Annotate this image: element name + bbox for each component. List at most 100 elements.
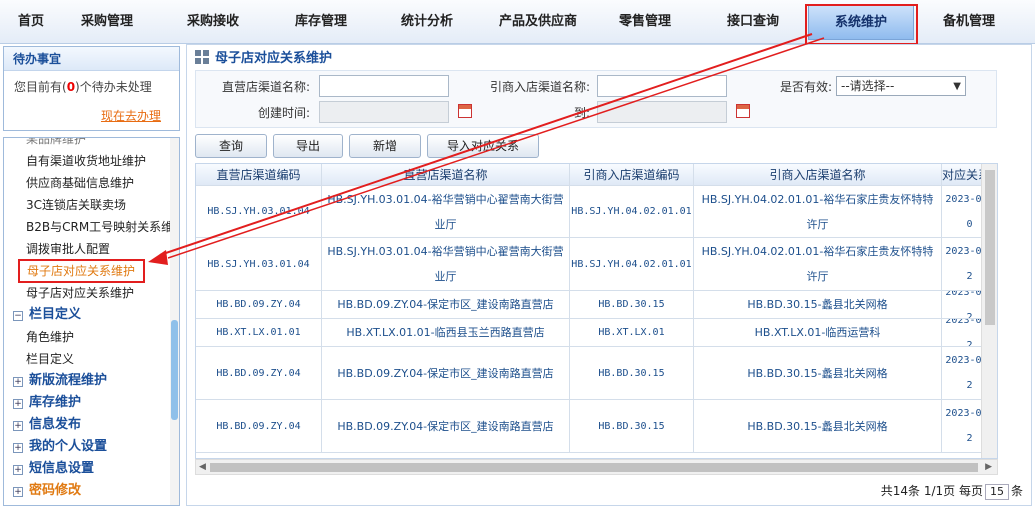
grid-icon [195,50,209,64]
import-channel-name-input[interactable] [597,75,727,97]
query-button[interactable]: 查询 [195,134,267,158]
expand-icon[interactable]: + [13,377,23,387]
created-time-label: 创建时间: [257,106,310,120]
sidebar-group-personal-settings[interactable]: + 我的个人设置 [13,436,107,458]
nav-item-spare-management[interactable]: 备机管理 [928,4,1010,40]
sidebar-scrollbar[interactable] [170,138,179,505]
table-cell: HB.BD.09.ZY.04-保定市区_建设南路直营店 [322,347,570,400]
table-cell: HB.XT.LX.01-临西运营科 [694,319,942,347]
pagination: 共14条 1/1页 每页 15 条 [880,484,1023,500]
nav-item-retail-management[interactable]: 零售管理 [604,4,686,40]
table-cell: HB.BD.30.15-蠡县北关网格 [694,347,942,400]
is-valid-label: 是否有效: [779,80,832,94]
scroll-thumb[interactable] [985,170,995,325]
sidebar-item-3c-chain-store[interactable]: 3C连锁店关联卖场 [26,194,126,216]
page-size-input[interactable]: 15 [984,484,1009,500]
sidebar-group-new-workflow[interactable]: + 新版流程维护 [13,370,107,392]
nav-item-inventory-management[interactable]: 库存管理 [280,4,362,40]
table-cell: HB.SJ.YH.03.01.04-裕华营销中心翟营南大街营业厅 [322,238,570,291]
to-label: 到: [573,106,590,120]
table-cell: HB.BD.30.15 [570,347,694,400]
relations-table: 直营店渠道编码 直营店渠道名称 引商入店渠道编码 引商入店渠道名称 对应关系B … [195,163,998,459]
sidebar-item-transfer-approver[interactable]: 调拨审批人配置 [26,238,110,260]
created-time-start-input[interactable] [319,101,449,123]
todo-action-link[interactable]: 现在去办理 [101,107,161,124]
table-cell: HB.BD.30.15-蠡县北关网格 [694,291,942,319]
table-cell: HB.XT.LX.01 [570,319,694,347]
table-cell: HB.BD.09.ZY.04 [196,400,322,453]
collapse-icon[interactable]: − [13,311,23,321]
nav-item-interface-query[interactable]: 接口查询 [712,4,794,40]
expand-icon[interactable]: + [13,421,23,431]
expand-icon[interactable]: + [13,443,23,453]
table-vertical-scrollbar[interactable] [981,164,997,458]
sidebar-group-password-change[interactable]: + 密码修改 [13,480,81,502]
scroll-right-icon[interactable]: ▶ [985,462,992,472]
todo-title: 待办事宜 [4,47,179,71]
table-cell: HB.SJ.YH.04.02.01.01-裕华石家庄贵友怀特特许厅 [694,238,942,291]
sidebar-group-info-publish[interactable]: + 信息发布 [13,414,81,436]
sidebar-scroll-thumb[interactable] [171,320,178,420]
table-cell: HB.SJ.YH.03.01.04-裕华营销中心翟营南大街营业厅 [322,186,570,238]
nav-item-purchase-receive[interactable]: 采购接收 [172,4,254,40]
calendar-icon[interactable] [458,104,472,118]
column-header[interactable]: 直营店渠道名称 [322,164,570,186]
table-cell: HB.BD.30.15 [570,291,694,319]
is-valid-select[interactable]: --请选择-- ▼ [836,76,966,96]
column-header[interactable]: 引商入店渠道编码 [570,164,694,186]
calendar-icon[interactable] [736,104,750,118]
created-time-end-input[interactable] [597,101,727,123]
table-cell: HB.SJ.YH.04.02.01.01-裕华石家庄贵友怀特特许厅 [694,186,942,238]
sidebar-item-supplier-info[interactable]: 供应商基础信息维护 [26,172,134,194]
scroll-thumb[interactable] [210,463,978,472]
import-channel-name-label: 引商入店渠道名称: [489,80,590,94]
column-header[interactable]: 直营店渠道编码 [196,164,322,186]
sidebar-item-role-maintenance[interactable]: 角色维护 [26,326,74,348]
search-form: 直营店渠道名称: 引商入店渠道名称: 是否有效: --请选择-- ▼ 创建时间: … [195,70,997,128]
table-horizontal-scrollbar[interactable]: ◀ ▶ [195,459,998,475]
highlight-system-maintenance [805,4,918,45]
table-cell: HB.BD.09.ZY.04-保定市区_建设南路直营店 [322,400,570,453]
sidebar-item-column-definition[interactable]: 栏目定义 [26,348,74,370]
import-relations-button[interactable]: 导入对应关系 [427,134,539,158]
nav-item-products-suppliers[interactable]: 产品及供应商 [488,4,588,40]
todo-count: 0 [66,80,76,94]
sidebar-group-column-definition[interactable]: − 栏目定义 [13,304,81,326]
table-cell: HB.BD.09.ZY.04 [196,291,322,319]
table-cell: HB.SJ.YH.04.02.01.01 [570,238,694,291]
nav-item-home[interactable]: 首页 [2,4,60,40]
sidebar-item-self-channel-address[interactable]: 自有渠道收货地址维护 [26,150,146,172]
table-cell: HB.BD.30.15-蠡县北关网格 [694,400,942,453]
add-button[interactable]: 新增 [349,134,421,158]
todo-panel: 待办事宜 您目前有(0)个待办未处理 现在去办理 [3,46,180,131]
chevron-down-icon: ▼ [953,81,961,92]
expand-icon[interactable]: + [13,487,23,497]
table-cell: HB.BD.09.ZY.04-保定市区_建设南路直营店 [322,291,570,319]
sidebar-item-cut[interactable]: 某品牌维护 [26,138,86,150]
scroll-left-icon[interactable]: ◀ [199,462,206,472]
sidebar-item-b2b-crm-mapping[interactable]: B2B与CRM工号映射关系维护 [26,216,179,238]
table-cell: HB.SJ.YH.03.01.04 [196,186,322,238]
export-button[interactable]: 导出 [273,134,343,158]
page-title: 母子店对应关系维护 [195,49,332,69]
nav-item-purchase-management[interactable]: 采购管理 [66,4,148,40]
nav-item-statistics[interactable]: 统计分析 [386,4,468,40]
sidebar-group-inventory[interactable]: + 库存维护 [13,392,81,414]
direct-channel-name-label: 直营店渠道名称: [221,80,310,94]
direct-channel-name-input[interactable] [319,75,449,97]
expand-icon[interactable]: + [13,465,23,475]
table-cell: HB.BD.09.ZY.04 [196,347,322,400]
expand-icon[interactable]: + [13,399,23,409]
table-cell: HB.SJ.YH.03.01.04 [196,238,322,291]
sidebar-tree: 某品牌维护 自有渠道收货地址维护 供应商基础信息维护 3C连锁店关联卖场 B2B… [3,137,180,506]
table-cell: HB.XT.LX.01.01 [196,319,322,347]
pagination-summary: 共14条 1/1页 每页 [880,484,983,498]
main-panel: 母子店对应关系维护 直营店渠道名称: 引商入店渠道名称: 是否有效: --请选择… [186,44,1032,506]
sidebar-item-parent-child-store-selected[interactable]: 母子店对应关系维护 [18,259,146,283]
table-cell: HB.XT.LX.01.01-临西县玉兰西路直营店 [322,319,570,347]
column-header[interactable]: 引商入店渠道名称 [694,164,942,186]
sidebar-group-sms-settings[interactable]: + 短信息设置 [13,458,94,480]
sidebar-item-parent-child-store[interactable]: 母子店对应关系维护 [26,282,134,304]
todo-message: 您目前有(0)个待办未处理 [14,80,152,94]
table-cell: HB.BD.30.15 [570,400,694,453]
